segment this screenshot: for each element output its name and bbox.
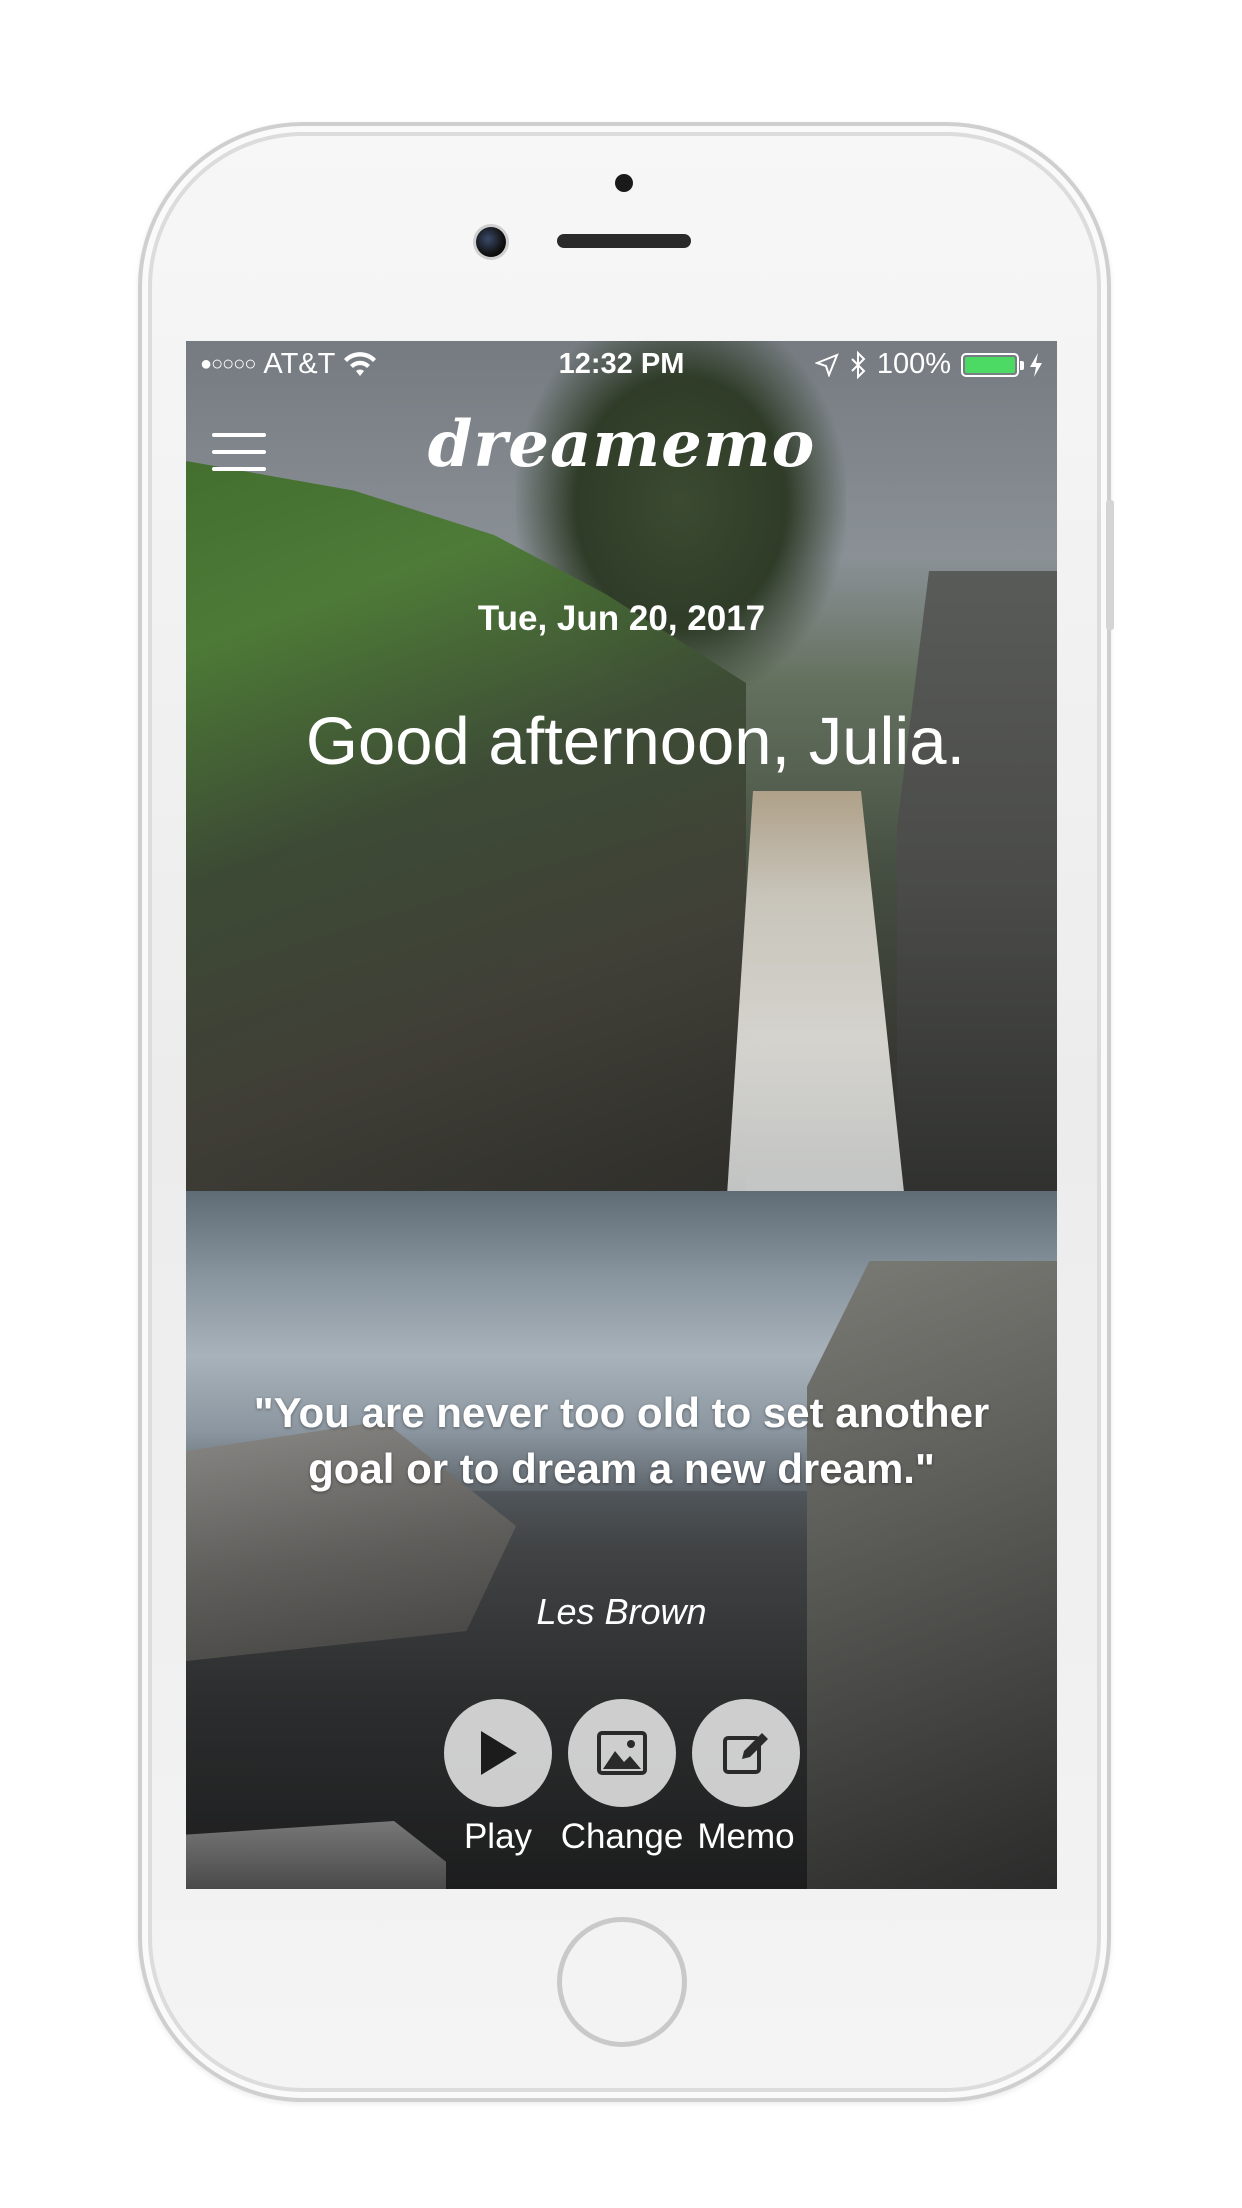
app-logo: dreamemo [427,407,816,482]
image-icon [597,1731,647,1775]
action-bar: Play Change Memo [186,1699,1057,1879]
bluetooth-icon [851,350,866,379]
quote-author: Les Brown [536,1591,707,1632]
background-waterfall [726,791,906,1211]
memo-button[interactable]: Memo [666,1699,826,1857]
date-label: Tue, Jun 20, 2017 [477,599,766,638]
battery-fill [965,356,1015,373]
quote-text: "You are never too old to set another go… [253,1389,990,1492]
charging-bolt-icon [1030,352,1042,377]
background-cliff-right [897,571,1057,1211]
app-screen: ●○○○○ AT&T 12:32 PM 100% dreamemo Tue, J… [186,341,1057,1889]
front-camera [476,227,506,257]
play-icon [481,1731,517,1775]
home-button[interactable] [557,1917,687,2047]
battery-percent: 100% [876,348,951,380]
battery-icon [961,352,1024,377]
proximity-sensor [615,174,633,192]
greeting-text: Good afternoon, Julia. [305,704,966,779]
location-arrow-icon [814,352,839,377]
status-bar: ●○○○○ AT&T 12:32 PM 100% [186,341,1057,387]
edit-icon [723,1733,768,1774]
power-button [1106,500,1114,630]
memo-label: Memo [697,1817,795,1856]
earpiece-speaker [557,234,691,248]
